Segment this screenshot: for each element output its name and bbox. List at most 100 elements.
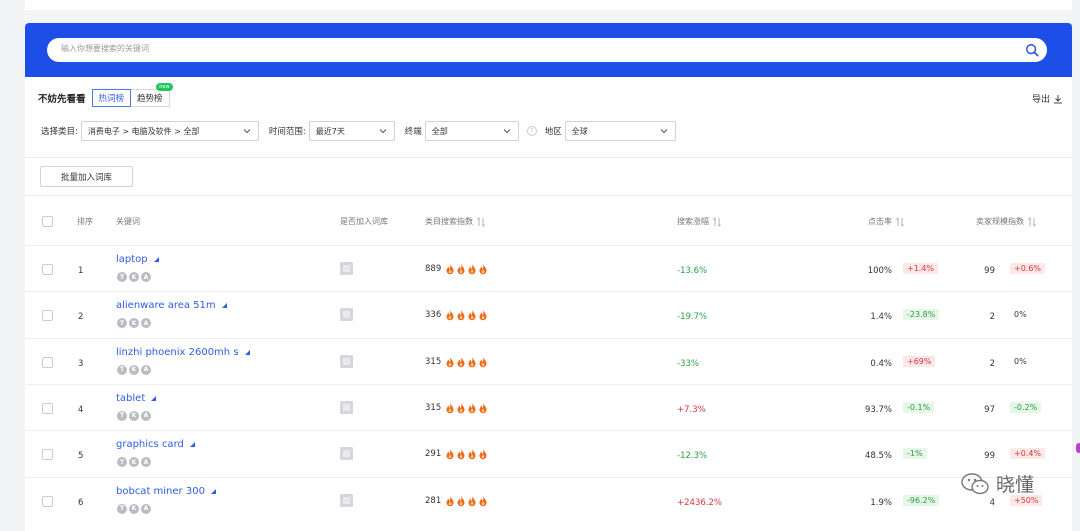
flame-icon — [446, 448, 454, 460]
heat-flames — [445, 263, 488, 275]
source-a-icon[interactable]: A — [141, 457, 151, 468]
chevron-down-icon — [503, 129, 511, 134]
source-k-icon[interactable]: K — [129, 318, 139, 329]
heat-flames — [445, 309, 488, 321]
search-box[interactable] — [47, 38, 1047, 62]
side-float-handle[interactable] — [1076, 443, 1080, 453]
source-k-icon[interactable]: K — [129, 272, 139, 282]
time-select[interactable]: 最近7天 — [308, 121, 395, 141]
source-t-icon[interactable]: T — [117, 457, 127, 468]
search-index: 315 — [425, 356, 488, 368]
external-link-icon[interactable] — [153, 257, 159, 262]
heat-flames — [445, 402, 488, 414]
row-checkbox[interactable] — [42, 402, 53, 414]
table-header: 排序 关键词 是否加入词库 类目搜索指数 搜索涨幅 点击率 卖家规模指数 — [25, 197, 1072, 245]
external-link-icon[interactable] — [244, 349, 250, 355]
heat-flames — [445, 495, 488, 507]
source-a-icon[interactable]: A — [141, 318, 151, 329]
source-a-icon[interactable]: A — [141, 503, 151, 514]
search-header — [25, 23, 1072, 77]
row-checkbox[interactable] — [42, 310, 53, 322]
col-growth[interactable]: 搜索涨幅 — [677, 216, 721, 227]
external-link-icon[interactable] — [189, 442, 195, 448]
col-index[interactable]: 类目搜索指数 — [425, 216, 485, 227]
flame-icon — [479, 402, 487, 414]
table-row: 1 laptop T K A 889 -13.6% 100% +1.4% 99 +0.6% — [25, 245, 1072, 291]
flame-icon — [468, 495, 476, 506]
source-a-icon[interactable]: A — [141, 272, 151, 282]
category-select[interactable]: 消费电子 > 电脑及软件 > 全部 — [80, 121, 259, 141]
row-checkbox[interactable] — [42, 449, 53, 461]
source-t-icon[interactable]: T — [117, 318, 127, 329]
add-to-library-icon[interactable] — [340, 493, 353, 507]
table-row: 3 linzhi phoenix 2600mh s T K A 315 -33% 0.4% +6… — [25, 337, 1072, 384]
watermark-text: 晓懂 — [996, 474, 1035, 496]
keyword-link[interactable]: tablet — [116, 393, 157, 404]
add-to-library-icon[interactable] — [340, 262, 353, 275]
add-to-library-icon[interactable] — [340, 308, 353, 322]
row-rank: 3 — [78, 358, 84, 369]
heat-flames — [445, 448, 488, 460]
competition-change-badge: -0.2% — [1010, 401, 1042, 413]
source-t-icon[interactable]: T — [117, 272, 127, 282]
source-k-icon[interactable]: K — [129, 457, 139, 468]
row-checkbox[interactable] — [42, 356, 53, 368]
search-index: 889 — [425, 263, 488, 275]
keyword-link[interactable]: laptop — [116, 254, 159, 265]
external-link-icon[interactable] — [221, 303, 227, 309]
export-button[interactable]: 导出 — [1032, 92, 1063, 105]
source-k-icon[interactable]: K — [129, 410, 139, 421]
tab-hot-words[interactable]: 热词榜 — [91, 89, 132, 107]
source-k-icon[interactable]: K — [129, 364, 139, 375]
sort-icon[interactable] — [477, 216, 485, 227]
source-t-icon[interactable]: T — [117, 364, 127, 375]
keyword-link[interactable]: graphics card — [116, 439, 195, 450]
source-t-icon[interactable]: T — [117, 410, 127, 421]
add-to-library-icon[interactable] — [340, 354, 353, 368]
add-to-library-icon[interactable] — [340, 447, 353, 461]
source-a-icon[interactable]: A — [141, 410, 151, 421]
source-icons: TKA — [117, 410, 151, 421]
source-a-icon[interactable]: A — [141, 364, 151, 375]
batch-add-button[interactable]: 批量加入词库 — [40, 166, 133, 187]
flame-icon — [457, 263, 465, 275]
search-icon[interactable] — [1025, 43, 1039, 57]
search-index: 291 — [425, 448, 488, 460]
search-growth: +7.3% — [677, 404, 706, 415]
flame-icon — [457, 495, 465, 506]
flame-icon — [479, 309, 487, 321]
sort-icon[interactable] — [1028, 216, 1036, 227]
region-select[interactable]: 全球 — [564, 121, 676, 141]
channel-select[interactable]: 全部 — [424, 121, 519, 141]
col-competition[interactable]: 卖家规模指数 — [976, 216, 1036, 227]
table-row: 6 bobcat miner 300 T K A 281 +2436.2% 1.9% -96.2… — [25, 476, 1072, 523]
flame-icon — [446, 402, 454, 414]
sort-icon[interactable] — [896, 216, 904, 227]
ctr-change-badge: -96.2% — [903, 494, 940, 506]
add-to-library-icon[interactable] — [340, 400, 353, 414]
ctr-change-badge: +69% — [903, 355, 936, 367]
source-icons: TKA — [117, 457, 151, 468]
source-t-icon[interactable]: T — [117, 503, 127, 514]
tab-trend[interactable]: 趋势榜 new — [131, 83, 173, 107]
select-all-checkbox[interactable] — [42, 216, 53, 227]
source-k-icon[interactable]: K — [129, 503, 139, 514]
col-ctr[interactable]: 点击率 — [868, 216, 904, 227]
col-keyword: 关键词 — [116, 217, 140, 226]
row-checkbox[interactable] — [42, 264, 53, 275]
competition-change-badge: 0% — [1014, 356, 1027, 366]
row-checkbox[interactable] — [42, 495, 53, 507]
sort-icon[interactable] — [713, 216, 721, 227]
keyword-link[interactable]: linzhi phoenix 2600mh s — [116, 347, 250, 358]
source-icons: TKA — [117, 503, 151, 514]
competition-value: 4 — [989, 497, 995, 508]
keyword-link[interactable]: alienware area 51m — [116, 300, 227, 311]
external-link-icon[interactable] — [151, 395, 157, 401]
search-input[interactable] — [61, 44, 1001, 53]
ctr-change-badge: -1% — [903, 448, 927, 460]
time-label: 时间范围: — [268, 127, 306, 137]
keyword-link[interactable]: bobcat miner 300 — [116, 486, 216, 497]
external-link-icon[interactable] — [210, 488, 216, 494]
help-icon[interactable]: ? — [526, 126, 537, 136]
divider — [25, 157, 1072, 158]
